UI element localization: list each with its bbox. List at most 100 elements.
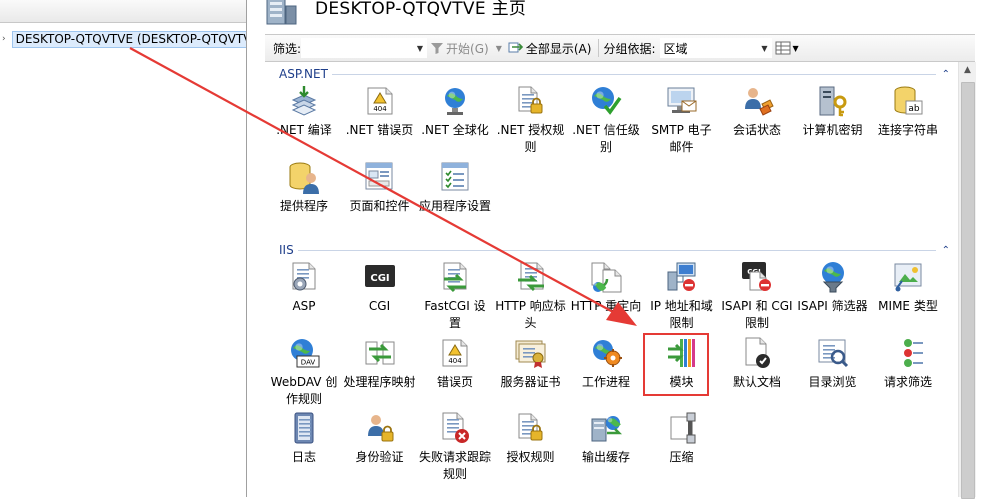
start-button[interactable]: 开始(G) ▼ bbox=[427, 40, 505, 57]
feature-label: FastCGI 设置 bbox=[424, 299, 486, 330]
feature-error-pages[interactable]: 404 错误页 bbox=[418, 336, 492, 410]
feature-label: .NET 信任级别 bbox=[572, 123, 640, 154]
isapi-cgi-restrictions-icon: CGI bbox=[740, 260, 774, 294]
feature-label: 页面和控件 bbox=[349, 198, 410, 213]
view-mode-button[interactable]: ▼ bbox=[772, 41, 802, 55]
chevron-down-icon[interactable]: ▼ bbox=[761, 44, 767, 53]
feature-handler-mappings[interactable]: 处理程序映射 bbox=[343, 336, 417, 410]
feature-cgi[interactable]: CGI CGI bbox=[343, 260, 417, 334]
feature-label: 压缩 bbox=[669, 450, 694, 464]
chevron-down-icon[interactable]: ▼ bbox=[793, 44, 799, 53]
feature-output-caching[interactable]: 输出缓存 bbox=[569, 411, 643, 485]
feature-failed-request-tracing[interactable]: 失败请求跟踪规则 bbox=[418, 411, 492, 485]
feature-label: ASP bbox=[292, 299, 316, 313]
feature-pages-controls[interactable]: 页面和控件 bbox=[343, 160, 417, 234]
feature-label: .NET 授权规则 bbox=[496, 123, 565, 154]
feature-webdav[interactable]: DAV WebDAV 创作规则 bbox=[267, 336, 341, 410]
feature-label: 模块 bbox=[669, 374, 694, 389]
feature-asp[interactable]: ASP bbox=[267, 260, 341, 334]
connections-pane: › DESKTOP-QTQVTVE (DESKTOP-QTQVTVE\Admin… bbox=[0, 0, 247, 497]
feature-label: 服务器证书 bbox=[500, 374, 561, 389]
feature-http-redirect[interactable]: HTTP 重定向 bbox=[569, 260, 643, 334]
chevron-down-icon[interactable]: ▼ bbox=[496, 44, 502, 53]
feature-label: .NET 全球化 bbox=[421, 123, 489, 137]
show-all-button-label: 全部显示(A) bbox=[525, 41, 592, 56]
section-header-iis[interactable]: IIS ⌃ bbox=[265, 242, 958, 258]
feature-net-error-page[interactable]: 404 .NET 错误页 bbox=[343, 84, 417, 158]
feature-default-document[interactable]: 默认文档 bbox=[720, 336, 794, 410]
feature-label: ISAPI 和 CGI 限制 bbox=[721, 299, 793, 330]
svg-text:ab: ab bbox=[908, 104, 920, 114]
feature-net-trust-level[interactable]: .NET 信任级别 bbox=[569, 84, 643, 158]
isapi-filters-icon bbox=[816, 260, 850, 294]
cgi-icon: CGI bbox=[363, 260, 397, 294]
show-all-button[interactable]: 全部显示(A) bbox=[505, 40, 595, 57]
feature-smtp-email[interactable]: SMTP 电子邮件 bbox=[645, 84, 719, 158]
feature-net-compile[interactable]: .NET 编译 bbox=[267, 84, 341, 158]
feature-server-certificates[interactable]: 服务器证书 bbox=[494, 336, 568, 410]
feature-label: ISAPI 筛选器 bbox=[797, 299, 868, 313]
svg-text:CGI: CGI bbox=[370, 273, 389, 284]
feature-net-globalization[interactable]: .NET 全球化 bbox=[418, 84, 492, 158]
feature-isapi-cgi-restrictions[interactable]: CGI ISAPI 和 CGI 限制 bbox=[720, 260, 794, 334]
server-certificates-icon bbox=[514, 336, 548, 370]
feature-net-authorization[interactable]: .NET 授权规则 bbox=[494, 84, 568, 158]
section-label: ASP.NET bbox=[279, 67, 328, 81]
feature-label: IP 地址和域限制 bbox=[650, 299, 713, 330]
features-view: DESKTOP-QTQVTVE 主页 筛选: ▼ 开始(G) ▼ 全部显示(A)… bbox=[247, 0, 982, 499]
feature-label: 提供程序 bbox=[279, 198, 328, 213]
tree-expand-icon[interactable]: › bbox=[2, 34, 6, 44]
collapse-icon[interactable]: ⌃ bbox=[942, 245, 950, 256]
feature-label: 授权规则 bbox=[506, 450, 555, 464]
feature-label: 计算机密钥 bbox=[802, 123, 863, 137]
feature-connection-strings[interactable]: ab 连接字符串 bbox=[871, 84, 945, 158]
feature-label: 身份验证 bbox=[355, 450, 404, 464]
feature-providers[interactable]: 提供程序 bbox=[267, 160, 341, 234]
filter-input[interactable]: ▼ bbox=[301, 38, 428, 58]
ip-restrictions-icon bbox=[665, 260, 699, 294]
filter-label: 筛选: bbox=[273, 41, 302, 56]
svg-text:404: 404 bbox=[448, 357, 462, 365]
feature-request-filtering[interactable]: 请求筛选 bbox=[871, 336, 945, 410]
feature-isapi-filters[interactable]: ISAPI 筛选器 bbox=[796, 260, 870, 334]
feature-session-state[interactable]: 会话状态 bbox=[720, 84, 794, 158]
feature-logging[interactable]: 日志 bbox=[267, 411, 341, 485]
feature-machine-key[interactable]: 计算机密钥 bbox=[796, 84, 870, 158]
feature-ip-restrictions[interactable]: IP 地址和域限制 bbox=[645, 260, 719, 334]
feature-compression[interactable]: 压缩 bbox=[645, 411, 719, 485]
feature-label: .NET 编译 bbox=[276, 123, 332, 137]
section-header-aspnet[interactable]: ASP.NET ⌃ bbox=[265, 66, 958, 82]
feature-fastcgi[interactable]: FastCGI 设置 bbox=[418, 260, 492, 334]
funnel-icon bbox=[431, 43, 444, 54]
feature-label: SMTP 电子邮件 bbox=[651, 123, 712, 154]
feature-label: WebDAV 创作规则 bbox=[270, 374, 338, 406]
asp-icon bbox=[287, 260, 321, 294]
machine-key-icon bbox=[816, 84, 850, 118]
connections-toolbar bbox=[0, 0, 246, 23]
feature-directory-browsing[interactable]: 目录浏览 bbox=[796, 336, 870, 410]
vertical-scrollbar[interactable]: ▲ bbox=[958, 62, 976, 499]
page-header: DESKTOP-QTQVTVE 主页 bbox=[247, 0, 982, 32]
collapse-icon[interactable]: ⌃ bbox=[942, 69, 950, 80]
feature-label: 失败请求跟踪规则 bbox=[419, 450, 492, 481]
scroll-up-icon[interactable]: ▲ bbox=[959, 62, 976, 79]
feature-modules[interactable]: 模块 bbox=[645, 336, 719, 410]
feature-mime-types[interactable]: MIME 类型 bbox=[871, 260, 945, 334]
feature-authentication[interactable]: 身份验证 bbox=[343, 411, 417, 485]
feature-http-response-headers[interactable]: HTTP 响应标头 bbox=[494, 260, 568, 334]
feature-authorization-rules[interactable]: 授权规则 bbox=[494, 411, 568, 485]
feature-worker-processes[interactable]: 工作进程 bbox=[569, 336, 643, 410]
directory-browsing-icon bbox=[816, 336, 850, 370]
net-globalization-icon bbox=[438, 84, 472, 118]
group-by-label: 分组依据: bbox=[603, 41, 656, 56]
section-divider bbox=[331, 73, 936, 75]
scroll-thumb[interactable] bbox=[961, 82, 975, 499]
group-by-select[interactable]: 区域 ▼ bbox=[659, 38, 772, 58]
tree-node-server[interactable]: › DESKTOP-QTQVTVE (DESKTOP-QTQVTVE\Admin… bbox=[0, 30, 246, 48]
tree-node-server-label[interactable]: DESKTOP-QTQVTVE (DESKTOP-QTQVTVE\Adminis… bbox=[11, 30, 246, 48]
connection-strings-icon: ab bbox=[891, 84, 925, 118]
chevron-down-icon[interactable]: ▼ bbox=[417, 44, 423, 53]
feature-app-settings[interactable]: 应用程序设置 bbox=[418, 160, 492, 234]
net-compile-icon bbox=[287, 84, 321, 118]
feature-label: 默认文档 bbox=[732, 374, 781, 389]
